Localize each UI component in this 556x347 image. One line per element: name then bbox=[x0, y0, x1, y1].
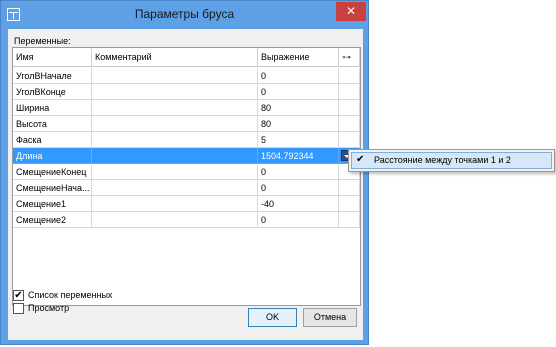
cell-name[interactable]: Длина bbox=[13, 148, 92, 164]
preview-label: Просмотр bbox=[28, 303, 70, 313]
table-header: Имя Комментарий Выражение ⊶ bbox=[13, 48, 360, 67]
close-button[interactable]: ✕ bbox=[336, 2, 366, 21]
column-header-name[interactable]: Имя bbox=[13, 48, 92, 67]
menu-item-distance-between-points[interactable]: ✔ Расстояние между точками 1 и 2 bbox=[351, 152, 552, 169]
cell-name[interactable]: Смещение2 bbox=[13, 212, 92, 228]
cell-expression[interactable]: 80 bbox=[258, 116, 339, 132]
table-row[interactable]: Высота 80 bbox=[13, 116, 360, 132]
cell-comment[interactable] bbox=[92, 196, 258, 212]
table-row[interactable]: Смещение1 -40 bbox=[13, 196, 360, 212]
cell-name[interactable]: УголВКонце bbox=[13, 84, 92, 100]
cell-name[interactable]: УголВНачале bbox=[13, 68, 92, 84]
column-header-expression[interactable]: Выражение bbox=[258, 48, 339, 67]
cell-link[interactable] bbox=[339, 116, 360, 132]
cell-comment[interactable] bbox=[92, 100, 258, 116]
cell-expression[interactable]: 0 bbox=[258, 180, 339, 196]
cell-name[interactable]: Высота bbox=[13, 116, 92, 132]
cell-name[interactable]: Смещение1 bbox=[13, 196, 92, 212]
ok-button[interactable]: OK bbox=[248, 308, 297, 327]
cell-expression[interactable]: -40 bbox=[258, 196, 339, 212]
variables-list-label: Список переменных bbox=[28, 290, 113, 300]
checkmark-icon: ✔ bbox=[356, 154, 365, 165]
cell-expression[interactable]: 1504.792344 bbox=[258, 148, 339, 164]
table-row[interactable]: УголВКонце 0 bbox=[13, 84, 360, 100]
table-row[interactable]: Ширина 80 bbox=[13, 100, 360, 116]
cell-link[interactable] bbox=[339, 100, 360, 116]
column-header-comment[interactable]: Комментарий bbox=[92, 48, 258, 67]
cell-expression[interactable]: 80 bbox=[258, 100, 339, 116]
cell-comment[interactable] bbox=[92, 68, 258, 84]
cell-name[interactable]: Ширина bbox=[13, 100, 92, 116]
variables-label: Переменные: bbox=[14, 36, 71, 46]
cell-comment[interactable] bbox=[92, 212, 258, 228]
cell-name[interactable]: СмещениеКонец bbox=[13, 164, 92, 180]
cell-link[interactable] bbox=[339, 84, 360, 100]
cancel-button[interactable]: Отмена bbox=[303, 308, 357, 327]
variables-table[interactable]: Имя Комментарий Выражение ⊶ УголВНачале 0… bbox=[12, 47, 361, 306]
table-row[interactable]: СмещениеКонец 0 bbox=[13, 164, 360, 180]
cell-expression[interactable]: 0 bbox=[258, 164, 339, 180]
cell-link[interactable] bbox=[339, 196, 360, 212]
table-row[interactable]: Длина 1504.792344 bbox=[13, 148, 360, 164]
cell-comment[interactable] bbox=[92, 148, 258, 164]
cell-link[interactable] bbox=[339, 68, 360, 84]
cell-expression[interactable]: 5 bbox=[258, 132, 339, 148]
cell-link[interactable] bbox=[339, 132, 360, 148]
table-row[interactable]: Фаска 5 bbox=[13, 132, 360, 148]
cell-link[interactable] bbox=[339, 180, 360, 196]
cell-comment[interactable] bbox=[92, 164, 258, 180]
expression-dropdown-menu: ✔ Расстояние между точками 1 и 2 bbox=[348, 149, 555, 172]
cell-comment[interactable] bbox=[92, 84, 258, 100]
cell-comment[interactable] bbox=[92, 132, 258, 148]
cell-comment[interactable] bbox=[92, 180, 258, 196]
variables-list-checkbox[interactable]: ✔ bbox=[13, 290, 24, 301]
preview-checkbox[interactable] bbox=[13, 303, 24, 314]
cell-expression[interactable]: 0 bbox=[258, 68, 339, 84]
table-row[interactable]: СмещениеНача... 0 bbox=[13, 180, 360, 196]
cell-expression[interactable]: 0 bbox=[258, 84, 339, 100]
table-row[interactable]: Смещение2 0 bbox=[13, 212, 360, 228]
dialog-content: Переменные: Имя Комментарий Выражение ⊶ … bbox=[8, 29, 363, 340]
cell-comment[interactable] bbox=[92, 116, 258, 132]
table-row[interactable]: УголВНачале 0 bbox=[13, 68, 360, 84]
window-title: Параметры бруса bbox=[134, 7, 235, 21]
dialog-window: Параметры бруса ✕ Переменные: Имя Коммен… bbox=[0, 0, 369, 345]
cell-expression[interactable]: 0 bbox=[258, 212, 339, 228]
title-bar[interactable]: Параметры бруса ✕ bbox=[1, 1, 368, 28]
cell-name[interactable]: СмещениеНача... bbox=[13, 180, 92, 196]
cell-link[interactable] bbox=[339, 212, 360, 228]
menu-item-label: Расстояние между точками 1 и 2 bbox=[374, 155, 511, 165]
link-column-header-icon[interactable]: ⊶ bbox=[339, 48, 360, 67]
cell-name[interactable]: Фаска bbox=[13, 132, 92, 148]
